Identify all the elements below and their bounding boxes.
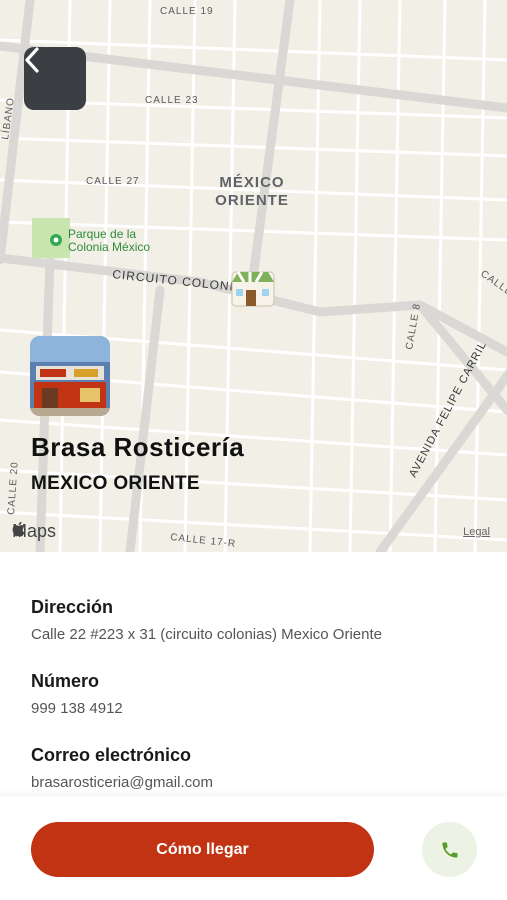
phone-icon [442,842,457,857]
directions-button[interactable]: Cómo llegar [31,822,374,877]
map-view[interactable]: CALLE 19 CALLE 23 CALLE 27 LÍBANO MÉXICO… [0,0,507,552]
store-thumbnail [30,336,110,416]
email-label: Correo electrónico [31,745,192,765]
map-label-park-line1: Parque de la [68,227,136,241]
call-button[interactable] [422,822,477,877]
map-label-calle-23: CALLE 23 [145,95,199,106]
map-label-calle-20: CALLE 20 [6,461,21,515]
map-label-circuito: CIRCUITO COLONI [112,267,235,294]
map-label-calle-right: CALLE [478,268,507,298]
address-label: Dirección [31,597,114,617]
map-label-park-line2: Colonia México [68,240,150,254]
email-value[interactable]: brasarosticeria@gmail.com [31,774,491,791]
maps-attribution: Maps [12,521,56,542]
store-name: Brasa Rosticería [31,432,245,462]
store-area: MEXICO ORIENTE [31,473,200,494]
email-section: Correo electrónico brasarosticeria@gmail… [31,745,491,791]
map-label-calle-19: CALLE 19 [160,6,214,17]
address-value: Calle 22 #223 x 31 (circuito colonias) M… [31,626,382,643]
map-label-mexico: MÉXICO [219,174,284,191]
phone-section: Número 999 138 4912 [31,671,491,717]
legal-link[interactable]: Legal [463,526,490,538]
apple-logo-icon [12,521,25,537]
phone-value[interactable]: 999 138 4912 [31,700,491,717]
address-section: Dirección Calle 22 #223 x 31 (circuito c… [31,597,491,643]
back-button[interactable] [24,47,86,110]
phone-label: Número [31,671,100,691]
store-pin-icon[interactable] [231,271,275,307]
chevron-left-icon [25,47,39,73]
map-label-calle-27: CALLE 27 [86,176,140,187]
map-label-oriente: ORIENTE [215,192,289,209]
